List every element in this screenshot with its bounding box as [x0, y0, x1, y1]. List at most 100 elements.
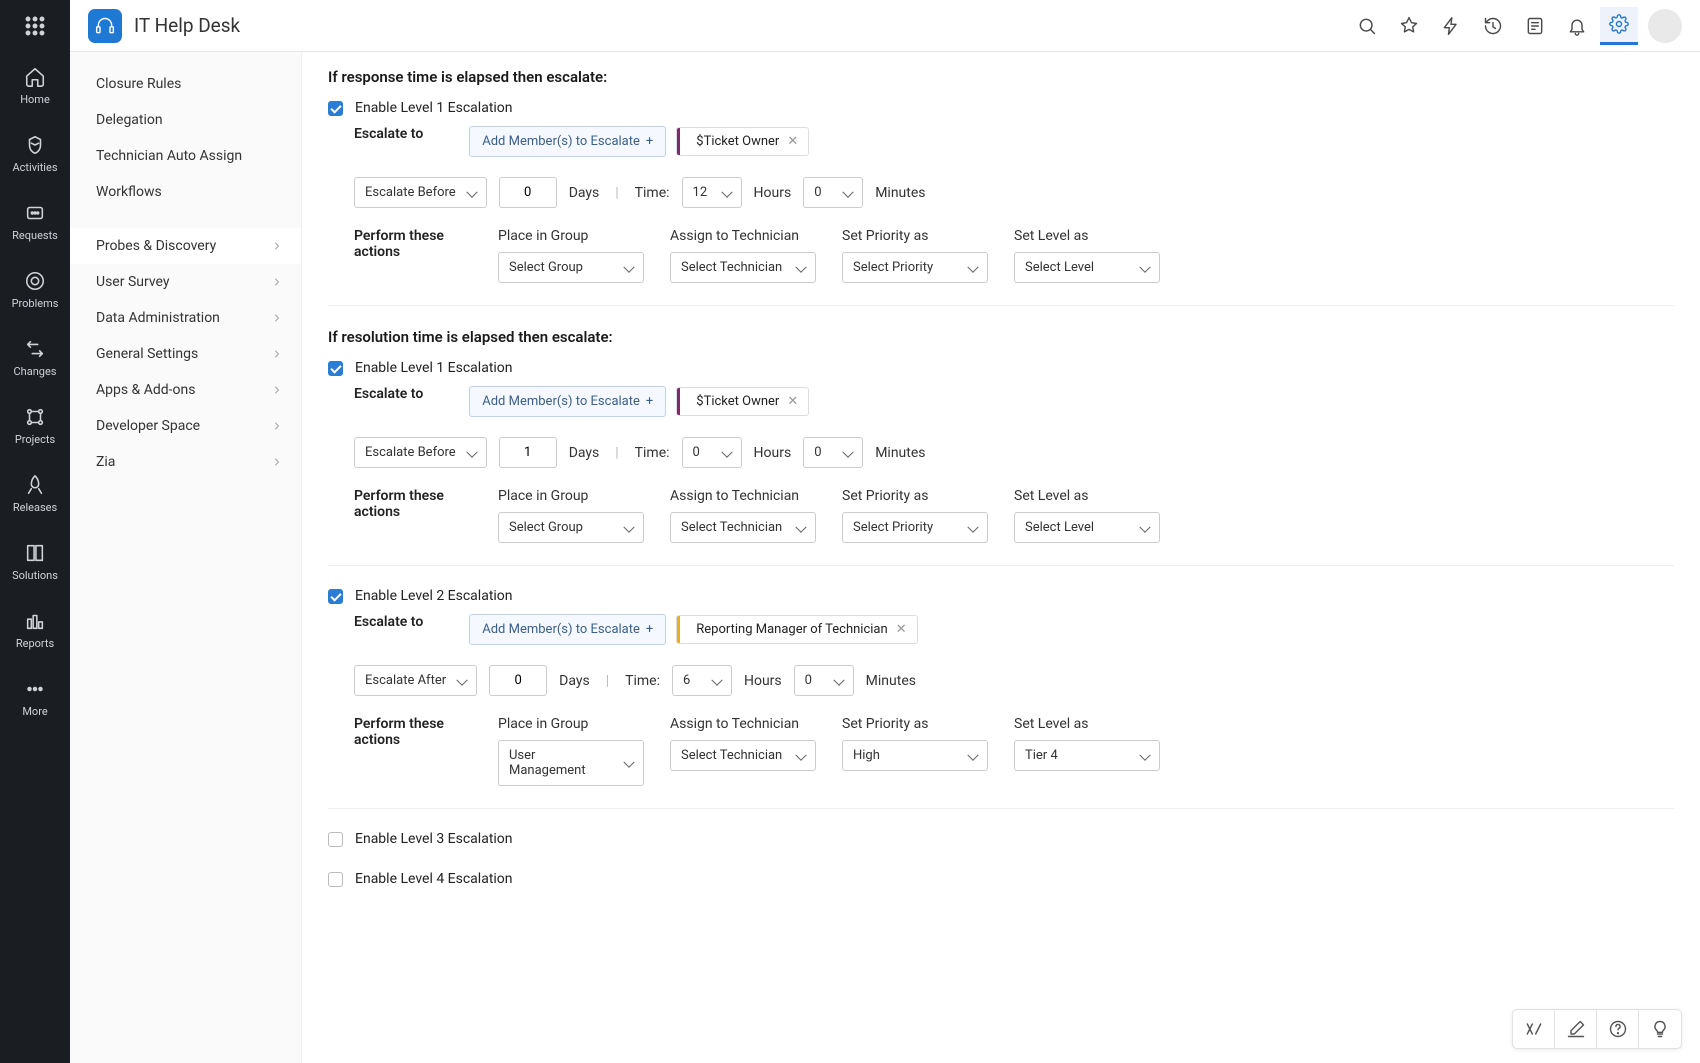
escalate-to-label: Escalate to: [354, 126, 423, 142]
enable-checkbox[interactable]: [328, 832, 343, 847]
content-area: If response time is elapsed then escalat…: [302, 52, 1700, 1063]
sidebar-item[interactable]: Apps & Add-ons: [70, 372, 301, 408]
remove-chip-icon[interactable]: ✕: [787, 394, 798, 409]
sidebar-item[interactable]: User Survey: [70, 264, 301, 300]
nav-reports[interactable]: Reports: [12, 610, 59, 650]
action-select[interactable]: Select Level: [1014, 252, 1160, 283]
timing-mode-select[interactable]: Escalate Before: [354, 177, 487, 208]
minutes-select[interactable]: 0: [803, 177, 863, 208]
enable-label: Enable Level 3 Escalation: [355, 831, 513, 847]
add-members-button[interactable]: Add Member(s) to Escalate +: [469, 386, 666, 417]
sidebar-item[interactable]: Technician Auto Assign: [70, 138, 301, 174]
add-members-button[interactable]: Add Member(s) to Escalate +: [469, 126, 666, 157]
action-header: Set Level as: [1014, 716, 1160, 732]
member-chip: $Ticket Owner✕: [676, 127, 809, 156]
nav-releases[interactable]: Releases: [12, 474, 59, 514]
action-select[interactable]: Select Priority: [842, 512, 988, 543]
footer-toolbar: [1512, 1009, 1682, 1049]
settings-sidebar: Closure RulesDelegationTechnician Auto A…: [70, 52, 302, 1063]
sidebar-item[interactable]: Data Administration: [70, 300, 301, 336]
sidebar-item[interactable]: Zia: [70, 444, 301, 480]
minutes-select[interactable]: 0: [794, 665, 854, 696]
bulb-icon[interactable]: [1639, 1010, 1681, 1048]
escalate-to-label: Escalate to: [354, 386, 423, 402]
hours-select[interactable]: 12: [682, 177, 742, 208]
apps-icon[interactable]: [23, 14, 47, 38]
action-select[interactable]: Select Technician: [670, 740, 816, 771]
action-select[interactable]: Tier 4: [1014, 740, 1160, 771]
action-select[interactable]: Select Priority: [842, 252, 988, 283]
action-header: Set Level as: [1014, 228, 1160, 244]
enable-checkbox[interactable]: [328, 589, 343, 604]
action-header: Set Priority as: [842, 228, 988, 244]
action-select[interactable]: Select Group: [498, 512, 644, 543]
action-header: Assign to Technician: [670, 488, 816, 504]
nav-problems[interactable]: Problems: [12, 270, 59, 310]
search-icon[interactable]: [1348, 7, 1386, 45]
response-heading: If response time is elapsed then escalat…: [328, 68, 1674, 86]
nav-more[interactable]: More: [12, 678, 59, 718]
timing-mode-select[interactable]: Escalate Before: [354, 437, 487, 468]
enable-checkbox[interactable]: [328, 872, 343, 887]
nav-projects[interactable]: Projects: [12, 406, 59, 446]
bell-icon[interactable]: [1558, 7, 1596, 45]
action-header: Assign to Technician: [670, 716, 816, 732]
settings-icon[interactable]: [1600, 7, 1638, 45]
action-select[interactable]: Select Level: [1014, 512, 1160, 543]
actions-label: Perform these actions: [354, 488, 452, 520]
sidebar-item[interactable]: Delegation: [70, 102, 301, 138]
nav-changes[interactable]: Changes: [12, 338, 59, 378]
bolt-icon[interactable]: [1432, 7, 1470, 45]
action-select[interactable]: Select Group: [498, 252, 644, 283]
days-input[interactable]: [499, 177, 557, 208]
action-select[interactable]: User Management: [498, 740, 644, 786]
action-select[interactable]: Select Technician: [670, 252, 816, 283]
zia-icon[interactable]: [1513, 1010, 1555, 1048]
resolution-heading: If resolution time is elapsed then escal…: [328, 328, 1674, 346]
compose-icon[interactable]: [1555, 1010, 1597, 1048]
timing-mode-select[interactable]: Escalate After: [354, 665, 477, 696]
member-chip: Reporting Manager of Technician✕: [676, 615, 917, 644]
action-select[interactable]: High: [842, 740, 988, 771]
days-input[interactable]: [499, 437, 557, 468]
enable-label: Enable Level 2 Escalation: [355, 588, 513, 604]
topbar: IT Help Desk: [70, 0, 1700, 52]
notes-icon[interactable]: [1516, 7, 1554, 45]
hours-select[interactable]: 6: [672, 665, 732, 696]
nav-home[interactable]: Home: [12, 66, 59, 106]
nav-solutions[interactable]: Solutions: [12, 542, 59, 582]
enable-checkbox[interactable]: [328, 101, 343, 116]
action-header: Assign to Technician: [670, 228, 816, 244]
nav-activities[interactable]: Activities: [12, 134, 59, 174]
sidebar-item[interactable]: Closure Rules: [70, 66, 301, 102]
app-logo: [88, 9, 122, 43]
history-icon[interactable]: [1474, 7, 1512, 45]
nav-requests[interactable]: Requests: [12, 202, 59, 242]
sidebar-item[interactable]: Workflows: [70, 174, 301, 210]
action-select[interactable]: Select Technician: [670, 512, 816, 543]
remove-chip-icon[interactable]: ✕: [787, 134, 798, 149]
sidebar-item[interactable]: Probes & Discovery: [70, 228, 301, 264]
minutes-select[interactable]: 0: [803, 437, 863, 468]
nav-rail: Home Activities Requests Problems Changes Pro…: [0, 0, 70, 1063]
enable-label: Enable Level 1 Escalation: [355, 360, 513, 376]
enable-checkbox[interactable]: [328, 361, 343, 376]
sidebar-item[interactable]: Developer Space: [70, 408, 301, 444]
help-icon[interactable]: [1597, 1010, 1639, 1048]
hours-select[interactable]: 0: [682, 437, 742, 468]
add-members-button[interactable]: Add Member(s) to Escalate +: [469, 614, 666, 645]
action-header: Set Priority as: [842, 716, 988, 732]
action-header: Place in Group: [498, 488, 644, 504]
sidebar-item[interactable]: General Settings: [70, 336, 301, 372]
app-title: IT Help Desk: [134, 14, 240, 37]
user-avatar[interactable]: [1648, 9, 1682, 43]
pin-icon[interactable]: [1390, 7, 1428, 45]
action-header: Place in Group: [498, 228, 644, 244]
days-input[interactable]: [489, 665, 547, 696]
enable-label: Enable Level 1 Escalation: [355, 100, 513, 116]
action-header: Set Level as: [1014, 488, 1160, 504]
enable-label: Enable Level 4 Escalation: [355, 871, 513, 887]
actions-label: Perform these actions: [354, 716, 452, 748]
action-header: Place in Group: [498, 716, 644, 732]
remove-chip-icon[interactable]: ✕: [896, 622, 907, 637]
